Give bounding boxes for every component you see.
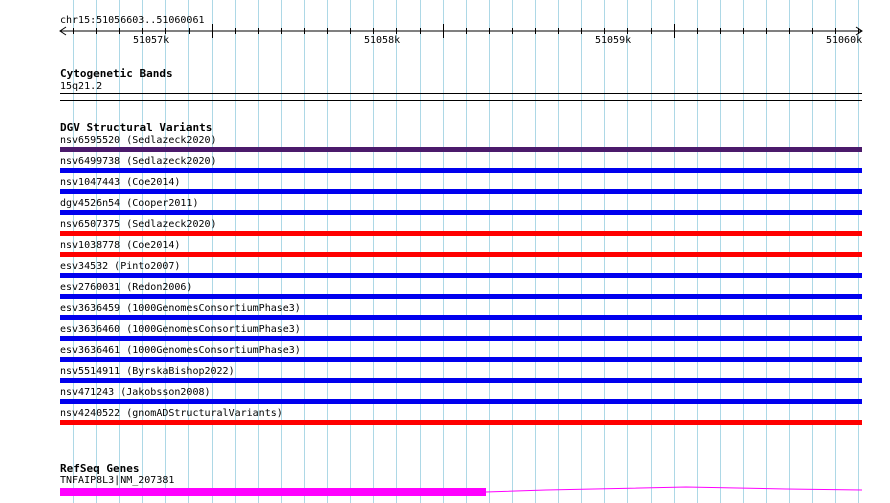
genome-browser-panel: chr15:51056603..51060061 51057k 51058k 5… (0, 0, 890, 503)
dgv-variant-bar[interactable] (60, 336, 862, 341)
dgv-variant-bar[interactable] (60, 189, 862, 194)
dgv-variant-bar[interactable] (60, 252, 862, 257)
refseq-gene-label[interactable]: TNFAIP8L3|NM_207381 (60, 475, 174, 486)
dgv-variant-label[interactable]: nsv6595520 (Sedlazeck2020) (60, 135, 217, 146)
dgv-variant-bar[interactable] (60, 399, 862, 404)
cytoband-label: 15q21.2 (60, 81, 103, 92)
refseq-gene-exon[interactable] (60, 488, 486, 496)
dgv-variant-label[interactable]: nsv6499738 (Sedlazeck2020) (60, 156, 217, 167)
dgv-variant-bar[interactable] (60, 378, 862, 383)
refseq-track-title[interactable]: RefSeq Genes (60, 463, 139, 474)
dgv-variant-label[interactable]: esv3636461 (1000GenomesConsortiumPhase3) (60, 345, 301, 356)
dgv-variant-bar[interactable] (60, 231, 862, 236)
ruler-tick-label-51057k: 51057k (133, 35, 170, 46)
dgv-variant-label[interactable]: dgv4526n54 (Cooper2011) (60, 198, 198, 209)
dgv-variant-label[interactable]: nsv471243 (Jakobsson2008) (60, 387, 211, 398)
dgv-variant-label[interactable]: nsv1038778 (Coe2014) (60, 240, 180, 251)
ruler-tick-label-51058k: 51058k (364, 35, 401, 46)
dgv-variant-bar[interactable] (60, 168, 862, 173)
ruler-tick-label-51059k: 51059k (595, 35, 632, 46)
dgv-variant-label[interactable]: esv3636459 (1000GenomesConsortiumPhase3) (60, 303, 301, 314)
dgv-variant-label[interactable]: nsv5514911 (ByrskaBishop2022) (60, 366, 235, 377)
dgv-variant-label[interactable]: nsv4240522 (gnomADStructuralVariants) (60, 408, 283, 419)
ruler-tick-label-51060k: 51060k (826, 35, 863, 46)
dgv-variant-label[interactable]: esv2760031 (Redon2006) (60, 282, 192, 293)
dgv-variant-bar[interactable] (60, 147, 862, 152)
refseq-gene-intron[interactable] (486, 483, 862, 497)
dgv-variant-label[interactable]: nsv1047443 (Coe2014) (60, 177, 180, 188)
dgv-variant-bar[interactable] (60, 294, 862, 299)
dgv-variant-bar[interactable] (60, 210, 862, 215)
dgv-variant-bar[interactable] (60, 315, 862, 320)
cytoband-band-top (60, 93, 862, 94)
dgv-variant-label[interactable]: nsv6507375 (Sedlazeck2020) (60, 219, 217, 230)
dgv-variant-bar[interactable] (60, 420, 862, 425)
cytoband-band-bottom (60, 100, 862, 101)
dgv-variant-bar[interactable] (60, 357, 862, 362)
dgv-variant-bar[interactable] (60, 273, 862, 278)
cytoband-track-title[interactable]: Cytogenetic Bands (60, 68, 173, 79)
dgv-variant-label[interactable]: esv3636460 (1000GenomesConsortiumPhase3) (60, 324, 301, 335)
dgv-variant-label[interactable]: esv34532 (Pinto2007) (60, 261, 180, 272)
dgv-track-title[interactable]: DGV Structural Variants (60, 122, 212, 133)
